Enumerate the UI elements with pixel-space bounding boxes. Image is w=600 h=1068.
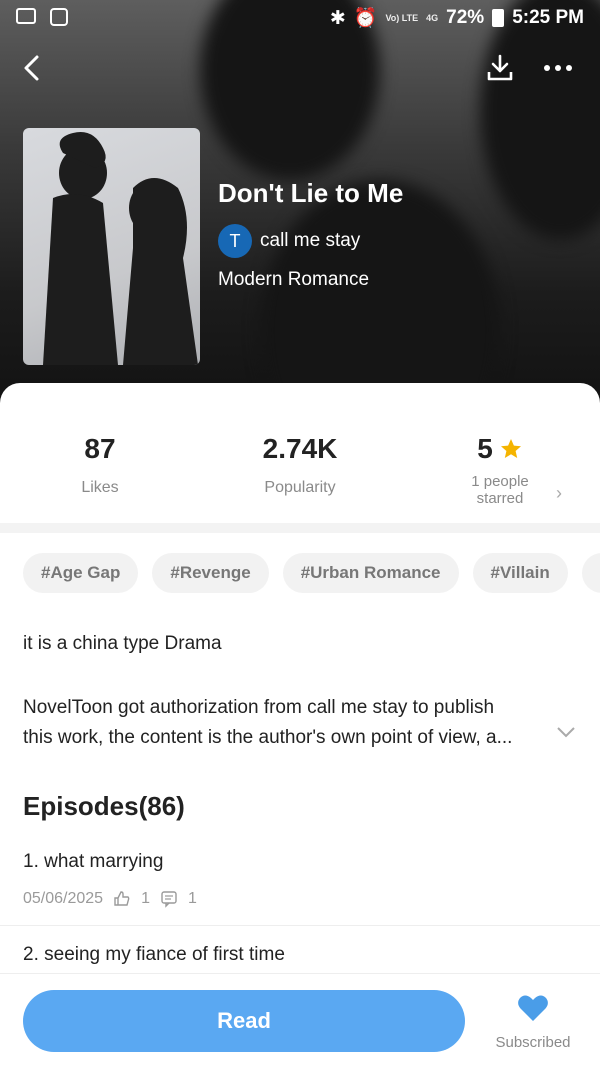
alarm-icon: ⏰: [353, 8, 378, 29]
background-silhouette: [480, 0, 600, 240]
episode-meta: 05/06/2025 1 1: [23, 890, 197, 908]
download-icon[interactable]: [480, 48, 520, 88]
author-name[interactable]: call me stay: [260, 230, 360, 252]
rating-label-line1: 1 people: [471, 473, 529, 490]
rating-label-line2: starred: [476, 490, 524, 507]
popularity-value: 2.74K: [262, 433, 338, 464]
tag-item[interactable]: #Urban Romance: [282, 553, 459, 593]
popularity-stat: 2.74K Popularity: [230, 433, 370, 497]
book-cover[interactable]: [23, 128, 200, 365]
likes-value: 87: [84, 433, 116, 464]
signal-label: 4G: [426, 12, 439, 23]
bottom-bar: Read Subscribed: [0, 973, 600, 1068]
read-button[interactable]: Read: [23, 990, 465, 1052]
chevron-down-icon[interactable]: [556, 725, 576, 743]
episodes-heading: Episodes(86): [23, 791, 185, 821]
rating-value: 5: [477, 433, 493, 464]
divider: [0, 523, 600, 533]
rating-stat[interactable]: 5 1 people starred: [440, 433, 560, 507]
more-icon[interactable]: [538, 48, 578, 88]
gallery-icon: [16, 8, 36, 24]
episode-title[interactable]: 1. what marrying: [23, 851, 163, 873]
popularity-label: Popularity: [264, 479, 336, 496]
tag-list: #Age Gap #Revenge #Urban Romance #Villai…: [23, 553, 600, 593]
hand-icon: [50, 8, 68, 26]
tag-item[interactable]: #Villain: [472, 553, 568, 593]
battery-percent: 72%: [446, 7, 485, 28]
network-label: Vo) LTE: [385, 12, 419, 23]
details-card: 87 Likes 2.74K Popularity 5 1 people sta…: [0, 383, 600, 1067]
battery-icon: [492, 9, 505, 27]
clock: 5:25 PM: [512, 7, 584, 28]
episode-title[interactable]: 2. seeing my fiance of first time: [23, 944, 285, 966]
thumbs-up-icon: [114, 891, 130, 906]
tag-item[interactable]: #Revenge: [152, 553, 269, 593]
top-bar: [0, 48, 600, 88]
heart-icon: [518, 995, 548, 1021]
star-icon: [500, 439, 521, 458]
book-genre[interactable]: Modern Romance: [218, 269, 369, 291]
bluetooth-icon: ✱: [329, 7, 346, 29]
tag-item[interactable]: #Age Gap: [23, 553, 139, 593]
author-avatar[interactable]: T: [218, 224, 252, 258]
description-line: this work, the content is the author's o…: [23, 727, 513, 748]
likes-stat: 87 Likes: [40, 433, 160, 497]
subscribed-label: Subscribed: [495, 1034, 571, 1051]
description-line: NovelToon got authorization from call me…: [23, 697, 495, 718]
tag-item[interactable]: [581, 553, 600, 593]
stats-row: 87 Likes 2.74K Popularity 5 1 people sta…: [0, 383, 600, 523]
episode-comments: 1: [187, 890, 197, 907]
book-title: Don't Lie to Me: [218, 178, 404, 208]
author-row[interactable]: T call me stay: [218, 224, 360, 258]
status-bar: ✱ ⏰ Vo) LTE 4G 72% 5:25 PM: [0, 0, 600, 36]
divider: [0, 925, 600, 926]
comment-icon: [161, 891, 177, 908]
description-summary: it is a china type Drama: [23, 633, 222, 654]
likes-label: Likes: [81, 479, 119, 496]
episode-likes: 1: [141, 890, 150, 907]
subscribe-toggle[interactable]: Subscribed: [490, 994, 576, 1051]
description-text: NovelToon got authorization from call me…: [23, 693, 553, 753]
back-arrow-icon[interactable]: [12, 48, 52, 88]
episode-date: 05/06/2025: [23, 890, 104, 907]
chevron-right-icon[interactable]: ›: [556, 483, 562, 504]
